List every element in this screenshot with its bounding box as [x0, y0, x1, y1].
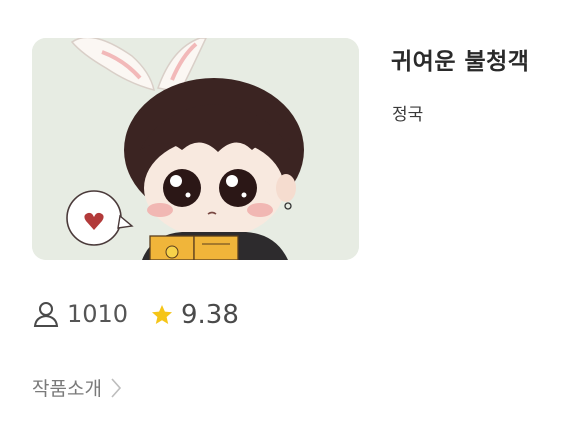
- chevron-right-icon: [110, 377, 122, 399]
- cover-image[interactable]: [32, 38, 359, 260]
- user-icon: [32, 300, 60, 328]
- views-count: 1010: [67, 300, 129, 328]
- rating-value: 9.38: [181, 300, 239, 330]
- rating-stat: 9.38: [150, 300, 239, 330]
- intro-link[interactable]: 작품소개: [32, 374, 122, 401]
- intro-label: 작품소개: [32, 378, 102, 400]
- cover-illustration: [32, 38, 359, 260]
- author-name[interactable]: 정국: [392, 100, 423, 125]
- star-icon: [150, 303, 174, 327]
- work-title: 귀여운 불청객: [391, 49, 530, 75]
- views-stat: 1010: [32, 300, 128, 328]
